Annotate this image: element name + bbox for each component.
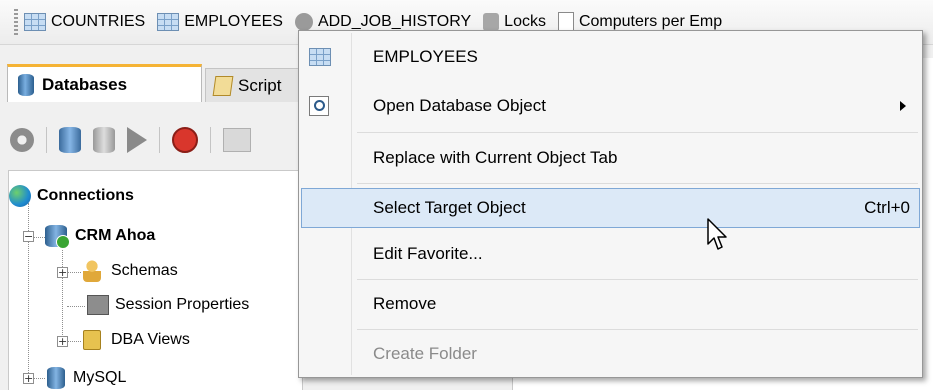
table-icon (157, 13, 180, 31)
tab-label: Script (238, 75, 282, 95)
magnifier-icon (309, 96, 329, 116)
connected-database-icon (45, 225, 70, 249)
menu-item-label: EMPLOYEES (373, 47, 478, 66)
user-icon (83, 260, 101, 282)
tree-item-connections[interactable]: Connections (9, 185, 134, 207)
procedure-icon (294, 13, 313, 31)
database-icon (18, 73, 34, 96)
favorite-label: Locks (504, 13, 546, 30)
collapse-toggle[interactable]: − (23, 231, 34, 242)
gear-icon[interactable] (10, 128, 34, 152)
menu-separator (357, 132, 918, 133)
table-icon (309, 48, 331, 66)
favorite-label: Computers per Emp (578, 13, 723, 30)
database-icon (47, 367, 65, 389)
favorite-label: ADD_JOB_HISTORY (317, 13, 472, 30)
tree-item-crm-ahoa[interactable]: CRM Ahoa (45, 225, 156, 249)
menu-item-label: Replace with Current Object Tab (373, 148, 618, 167)
expand-toggle[interactable]: + (57, 336, 68, 347)
menu-item-edit-favorite[interactable]: Edit Favorite... (301, 234, 920, 274)
menu-item-label: Select Target Object (373, 198, 526, 217)
toolbar-separator (159, 127, 160, 153)
menu-item-label: Open Database Object (373, 96, 546, 115)
tree-label: Session Properties (115, 296, 250, 313)
tree-label: CRM Ahoa (75, 227, 156, 244)
lock-icon (83, 330, 101, 350)
session-properties-icon (87, 295, 109, 315)
favorite-label: COUNTRIES (51, 13, 146, 30)
execute-icon[interactable] (127, 127, 147, 153)
tree-label: MySQL (73, 369, 127, 386)
menu-separator (357, 183, 918, 184)
favorite-computers-per-emp[interactable]: Computers per Emp (557, 12, 723, 32)
lock-search-icon (483, 13, 500, 31)
tree-item-mysql[interactable]: MySQL (47, 367, 126, 389)
database-toolbar (0, 120, 320, 160)
expand-toggle[interactable]: + (23, 373, 34, 384)
add-database-icon[interactable] (59, 127, 81, 153)
toolbar-separator (210, 127, 211, 153)
left-tab-strip: Databases Script (0, 60, 315, 102)
favorite-context-menu: EMPLOYEES Open Database Object Replace w… (298, 30, 923, 378)
menu-item-create-folder[interactable]: Create Folder (301, 334, 920, 374)
globe-icon (9, 185, 31, 207)
connections-tree: Connections − CRM Ahoa + Schemas Session… (8, 170, 303, 390)
menu-item-replace-with-current-object-tab[interactable]: Replace with Current Object Tab (301, 138, 920, 178)
menu-separator (357, 329, 918, 330)
document-icon (557, 12, 574, 32)
script-icon (212, 75, 234, 96)
favorite-employees[interactable]: EMPLOYEES (157, 13, 283, 31)
options-icon[interactable] (223, 128, 251, 152)
menu-item-label: Edit Favorite... (373, 244, 483, 263)
menu-item-remove[interactable]: Remove (301, 284, 920, 324)
favorite-locks[interactable]: Locks (483, 13, 546, 31)
menu-item-label: Remove (373, 294, 437, 313)
tab-databases[interactable]: Databases (7, 64, 202, 102)
favorite-label: EMPLOYEES (184, 13, 283, 30)
menu-header-employees[interactable]: EMPLOYEES (301, 37, 920, 77)
menu-item-shortcut: Ctrl+0 (864, 198, 910, 217)
mouse-cursor-icon (707, 218, 727, 250)
tree-label: DBA Views (111, 331, 190, 348)
table-icon (24, 13, 46, 31)
stop-icon[interactable] (172, 127, 198, 153)
toolbar-grip[interactable] (14, 9, 18, 35)
tree-label: Schemas (111, 262, 178, 279)
toolbar-separator (46, 127, 47, 153)
submenu-arrow-icon (900, 101, 906, 111)
tree-label: Connections (37, 187, 134, 204)
menu-item-label: Create Folder (373, 344, 477, 363)
menu-item-open-database-object[interactable]: Open Database Object (301, 86, 920, 126)
favorite-countries[interactable]: COUNTRIES (24, 13, 145, 31)
tree-item-schemas[interactable]: Schemas (83, 260, 178, 282)
disconnect-icon[interactable] (93, 127, 115, 153)
expand-toggle[interactable]: + (57, 267, 68, 278)
tree-item-session-properties[interactable]: Session Properties (87, 295, 249, 315)
tree-item-dba-views[interactable]: DBA Views (83, 330, 190, 350)
tab-label: Databases (42, 74, 128, 94)
favorite-add-job-history[interactable]: ADD_JOB_HISTORY (294, 13, 472, 31)
menu-item-select-target-object[interactable]: Select Target Object Ctrl+0 (301, 188, 920, 228)
menu-separator (357, 279, 918, 280)
